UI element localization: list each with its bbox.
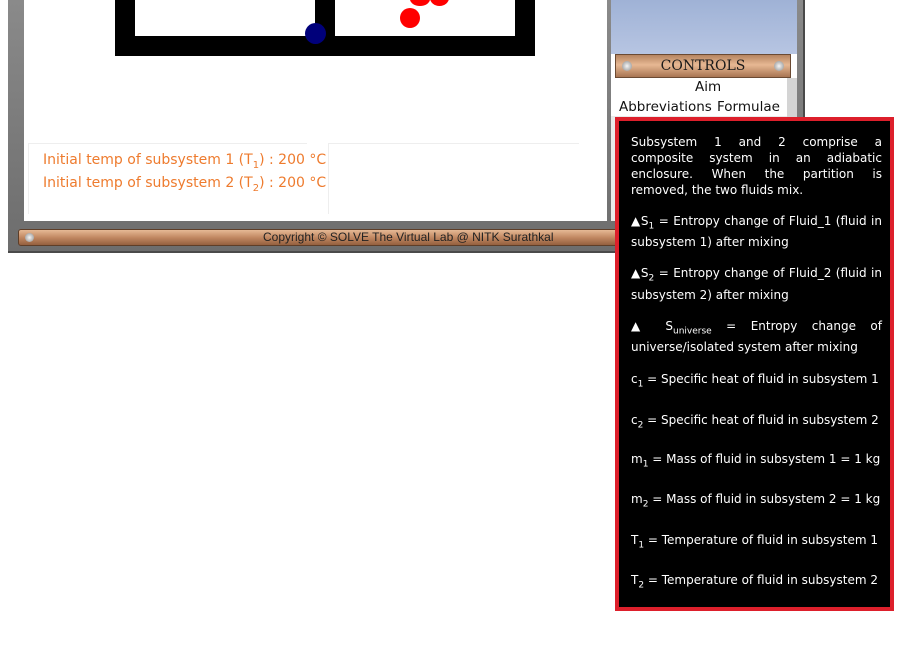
fluid-2-particle — [410, 0, 430, 6]
abbreviation-item: tf = After mixing, final temperature of … — [631, 612, 882, 648]
formulae-link[interactable]: Formulae — [717, 99, 780, 115]
abbreviation-item: ▲ Suniverse = Entropy change of universe… — [631, 318, 882, 355]
initial-temp-subsystem-1: Initial temp of subsystem 1 (T1) : 200 °… — [43, 152, 327, 171]
controls-panel-header-area — [611, 0, 797, 54]
abbreviation-item: ▲S2 = Entropy change of Fluid_2 (fluid i… — [631, 266, 882, 302]
adiabatic-enclosure — [115, 0, 535, 56]
subsystem-2-chamber — [335, 0, 515, 36]
fluid-2-particle — [430, 0, 449, 6]
abbreviation-item: m2 = Mass of fluid in subsystem 2 = 1 kg — [631, 492, 881, 510]
aim-link[interactable]: Aim — [695, 79, 721, 95]
abbreviation-item: c1 = Specific heat of fluid in subsystem… — [631, 372, 879, 390]
abbreviations-link[interactable]: Abbreviations — [619, 99, 712, 115]
abbreviations-popup: Subsystem 1 and 2 comprise a composite s… — [615, 117, 894, 648]
fluid-1-particle — [305, 23, 326, 44]
abbreviation-item: T2 = Temperature of fluid in subsystem 2 — [631, 573, 878, 591]
abbreviation-item: m1 = Mass of fluid in subsystem 1 = 1 kg — [631, 451, 881, 470]
knob-icon — [774, 61, 784, 71]
abbreviation-item: T1 = Temperature of fluid in subsystem 1 — [631, 532, 878, 551]
subsystem-1-chamber — [135, 0, 326, 44]
knob-icon — [25, 233, 34, 242]
abbreviation-item: ▲S1 = Entropy change of Fluid_1 (fluid i… — [631, 214, 882, 250]
simulation-stage: Initial temp of subsystem 1 (T1) : 200 °… — [24, 0, 607, 221]
copyright-text: Copyright © SOLVE The Virtual Lab @ NITK… — [263, 230, 554, 244]
knob-icon — [622, 61, 632, 71]
abbreviations-intro: Subsystem 1 and 2 comprise a composite s… — [631, 135, 882, 197]
fluid-2-particle — [400, 8, 420, 28]
controls-title-bar: CONTROLS — [615, 54, 791, 78]
readout-area-right — [328, 143, 579, 214]
initial-temp-subsystem-2: Initial temp of subsystem 2 (T2) : 200 °… — [43, 175, 327, 194]
controls-title: CONTROLS — [660, 58, 746, 74]
abbreviation-item: c2 = Specific heat of fluid in subsystem… — [631, 412, 879, 430]
